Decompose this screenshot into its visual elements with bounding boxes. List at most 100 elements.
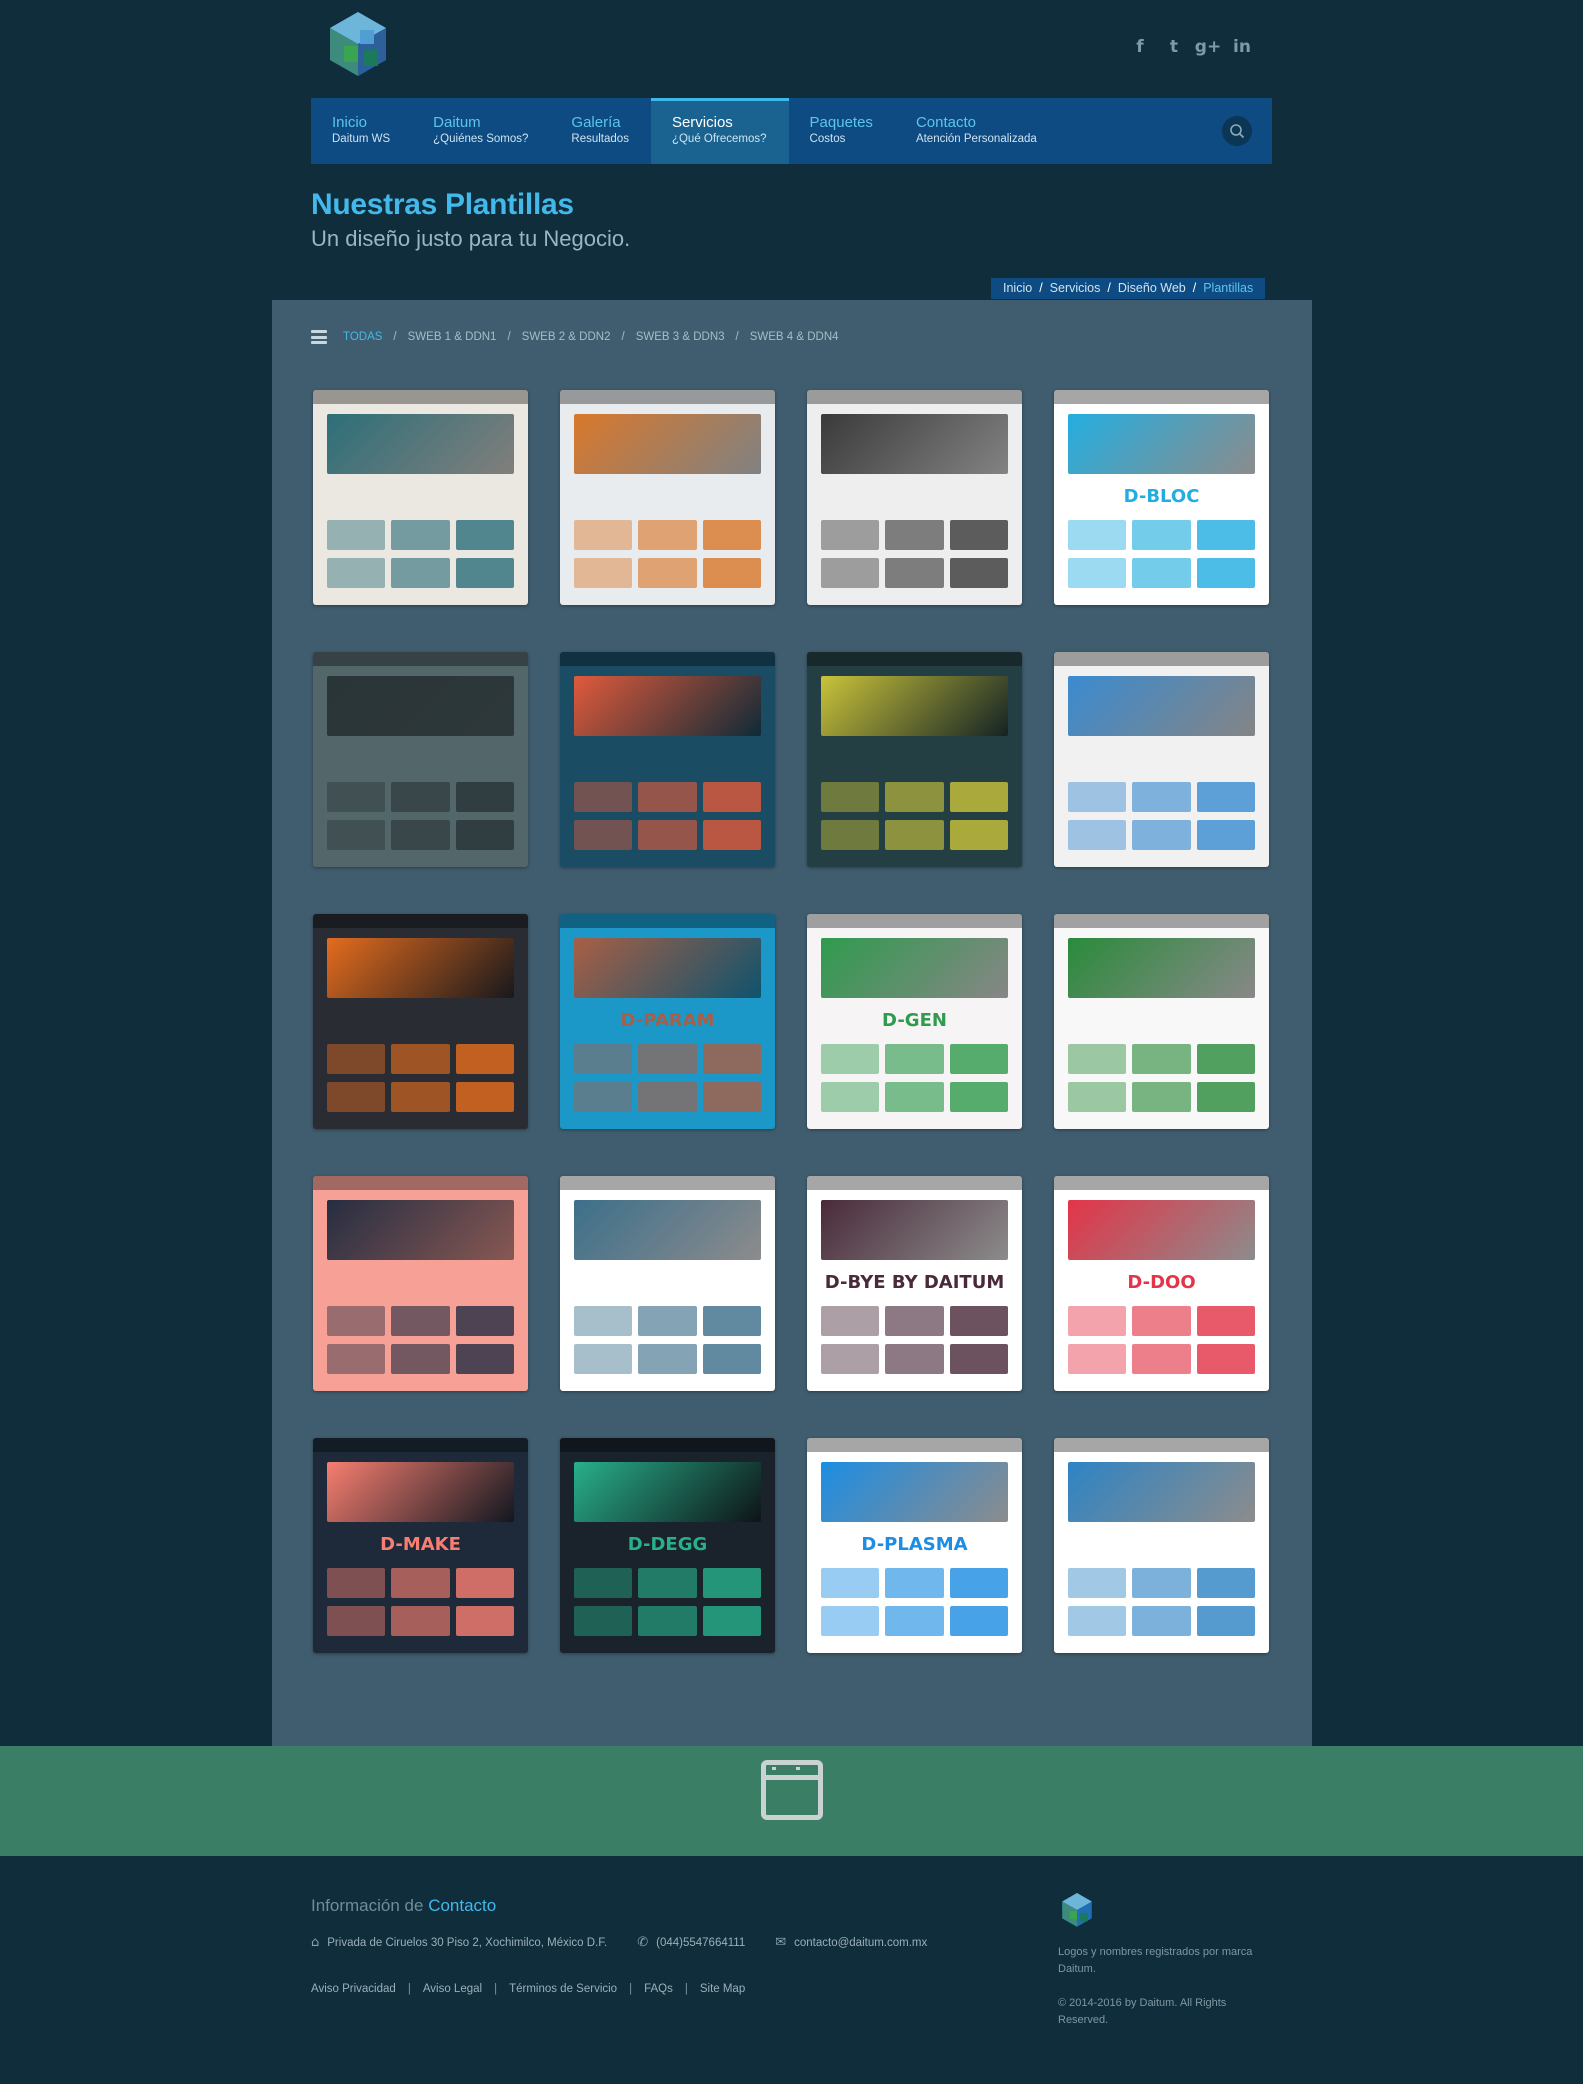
nav-item-inicio[interactable]: Inicio Daitum WS — [311, 98, 412, 164]
thumbnail-image-row — [327, 1344, 514, 1374]
thumbnail-header-bar — [560, 390, 775, 404]
template-thumbnail[interactable] — [560, 1176, 775, 1391]
envelope-icon: ✉ — [775, 1935, 787, 1950]
filter-sweb1[interactable]: SWEB 1 & DDN1 — [408, 331, 497, 343]
breadcrumb-separator: / — [1107, 281, 1111, 295]
nav-item-title: Galería — [571, 114, 621, 131]
thumbnail-header-bar — [560, 1438, 775, 1452]
breadcrumb: Inicio / Servicios / Diseño Web / Plantillas — [991, 278, 1266, 299]
thumbnail-header-bar — [807, 914, 1022, 928]
template-thumbnail[interactable] — [313, 1176, 528, 1391]
thumbnail-header-bar — [313, 1176, 528, 1190]
template-thumbnail[interactable]: D-MAKE — [313, 1438, 528, 1653]
thumbnail-hero-image — [821, 414, 1008, 474]
link-separator: | — [494, 1983, 498, 1995]
nav-item-daitum[interactable]: Daitum ¿Quiénes Somos? — [412, 98, 550, 164]
footer-email[interactable]: ✉ contacto@daitum.com.mx — [775, 1935, 927, 1950]
thumbnail-hero-image — [574, 676, 761, 736]
template-thumbnail[interactable] — [313, 652, 528, 867]
filter-separator: / — [507, 331, 511, 343]
template-thumbnail[interactable] — [560, 390, 775, 605]
link-site-map[interactable]: Site Map — [700, 1983, 745, 1995]
nav-item-paquetes[interactable]: Paquetes Costos — [789, 98, 895, 164]
nav-item-galeria[interactable]: Galería Resultados — [550, 98, 651, 164]
link-separator: | — [684, 1983, 688, 1995]
breadcrumb-item-inicio[interactable]: Inicio — [1003, 281, 1032, 295]
filter-separator: / — [621, 331, 625, 343]
thumbnail-header-bar — [560, 652, 775, 666]
footer-logo — [1062, 1893, 1092, 1927]
thumbnail-image-row — [574, 1606, 761, 1636]
twitter-icon[interactable]: t — [1164, 36, 1184, 58]
facebook-icon[interactable]: f — [1130, 36, 1150, 58]
footer-links: Aviso Privacidad | Aviso Legal | Término… — [311, 1983, 745, 1995]
linkedin-icon[interactable]: in — [1232, 36, 1252, 58]
link-aviso-legal[interactable]: Aviso Legal — [423, 1983, 482, 1995]
template-thumbnail[interactable] — [313, 390, 528, 605]
template-thumbnail[interactable] — [313, 914, 528, 1129]
template-name: D-BLOC — [1123, 486, 1200, 507]
thumbnail-image-row — [574, 1082, 761, 1112]
thumbnail-hero-image — [821, 1462, 1008, 1522]
thumbnail-header-bar — [313, 390, 528, 404]
template-thumbnail[interactable] — [1054, 914, 1269, 1129]
thumbnail-hero-image — [1068, 414, 1255, 474]
thumbnail-hero-image — [327, 1462, 514, 1522]
filter-sweb2[interactable]: SWEB 2 & DDN2 — [522, 331, 611, 343]
link-faqs[interactable]: FAQs — [644, 1983, 673, 1995]
daitum-logo[interactable] — [324, 10, 392, 86]
template-thumbnail[interactable] — [807, 652, 1022, 867]
footer-phone[interactable]: ✆ (044)5547664111 — [637, 1935, 745, 1950]
google-plus-icon[interactable]: g+ — [1195, 36, 1221, 58]
template-thumbnail[interactable]: D-DOO — [1054, 1176, 1269, 1391]
nav-item-contacto[interactable]: Contacto Atención Personalizada — [895, 98, 1059, 164]
thumbnail-hero-image — [327, 414, 514, 474]
thumbnail-image-row — [574, 1568, 761, 1598]
thumbnail-header-bar — [1054, 390, 1269, 404]
template-thumbnail[interactable]: D-DEGG — [560, 1438, 775, 1653]
thumbnail-image-row — [821, 558, 1008, 588]
template-name: D-PLASMA — [861, 1534, 968, 1555]
filter-todas[interactable]: TODAS — [343, 331, 382, 343]
filter-sweb4[interactable]: SWEB 4 & DDN4 — [750, 331, 839, 343]
breadcrumb-item-servicios[interactable]: Servicios — [1050, 281, 1101, 295]
thumbnail-header-bar — [313, 652, 528, 666]
thumbnail-image-row — [574, 1344, 761, 1374]
filter-sweb3[interactable]: SWEB 3 & DDN3 — [636, 331, 725, 343]
link-aviso-privacidad[interactable]: Aviso Privacidad — [311, 1983, 396, 1995]
search-button[interactable] — [1222, 116, 1252, 146]
nav-item-title: Servicios — [671, 114, 733, 131]
menu-icon[interactable] — [311, 330, 327, 344]
template-thumbnail[interactable]: D-GEN — [807, 914, 1022, 1129]
nav-item-servicios[interactable]: Servicios ¿Qué Ofrecemos? — [650, 98, 789, 164]
thumbnail-image-row — [1068, 520, 1255, 550]
thumbnail-image-row — [327, 1044, 514, 1074]
nav-item-subtitle: ¿Quiénes Somos? — [433, 133, 529, 145]
link-terminos[interactable]: Términos de Servicio — [509, 1983, 617, 1995]
template-thumbnail[interactable] — [1054, 652, 1269, 867]
thumbnail-header-bar — [807, 1438, 1022, 1452]
thumbnail-hero-image — [327, 676, 514, 736]
template-thumbnail[interactable]: D-PARAM — [560, 914, 775, 1129]
template-thumbnail[interactable] — [1054, 1438, 1269, 1653]
thumbnail-image-row — [1068, 1044, 1255, 1074]
template-thumbnail[interactable] — [560, 652, 775, 867]
thumbnail-image-row — [327, 520, 514, 550]
thumbnail-image-row — [327, 820, 514, 850]
template-thumbnail[interactable]: D-PLASMA — [807, 1438, 1022, 1653]
template-grid: D-BLOC D-PARAM D-GEN D-BYE BY DAITUM D-DOO D-… — [313, 390, 1269, 1653]
footer-contact: ⌂ Privada de Ciruelos 30 Piso 2, Xochimil… — [311, 1935, 927, 1950]
thumbnail-image-row — [327, 1306, 514, 1336]
thumbnail-hero-image — [327, 1200, 514, 1260]
template-thumbnail[interactable]: D-BLOC — [1054, 390, 1269, 605]
breadcrumb-item-diseno-web[interactable]: Diseño Web — [1118, 281, 1186, 295]
thumbnail-header-bar — [560, 914, 775, 928]
home-icon: ⌂ — [311, 1935, 320, 1950]
thumbnail-image-row — [1068, 1606, 1255, 1636]
template-name: D-BYE BY DAITUM — [824, 1272, 1005, 1293]
template-thumbnail[interactable]: D-BYE BY DAITUM — [807, 1176, 1022, 1391]
thumbnail-image-row — [1068, 1568, 1255, 1598]
thumbnail-header-bar — [1054, 652, 1269, 666]
thumbnail-image-row — [327, 1082, 514, 1112]
template-thumbnail[interactable] — [807, 390, 1022, 605]
